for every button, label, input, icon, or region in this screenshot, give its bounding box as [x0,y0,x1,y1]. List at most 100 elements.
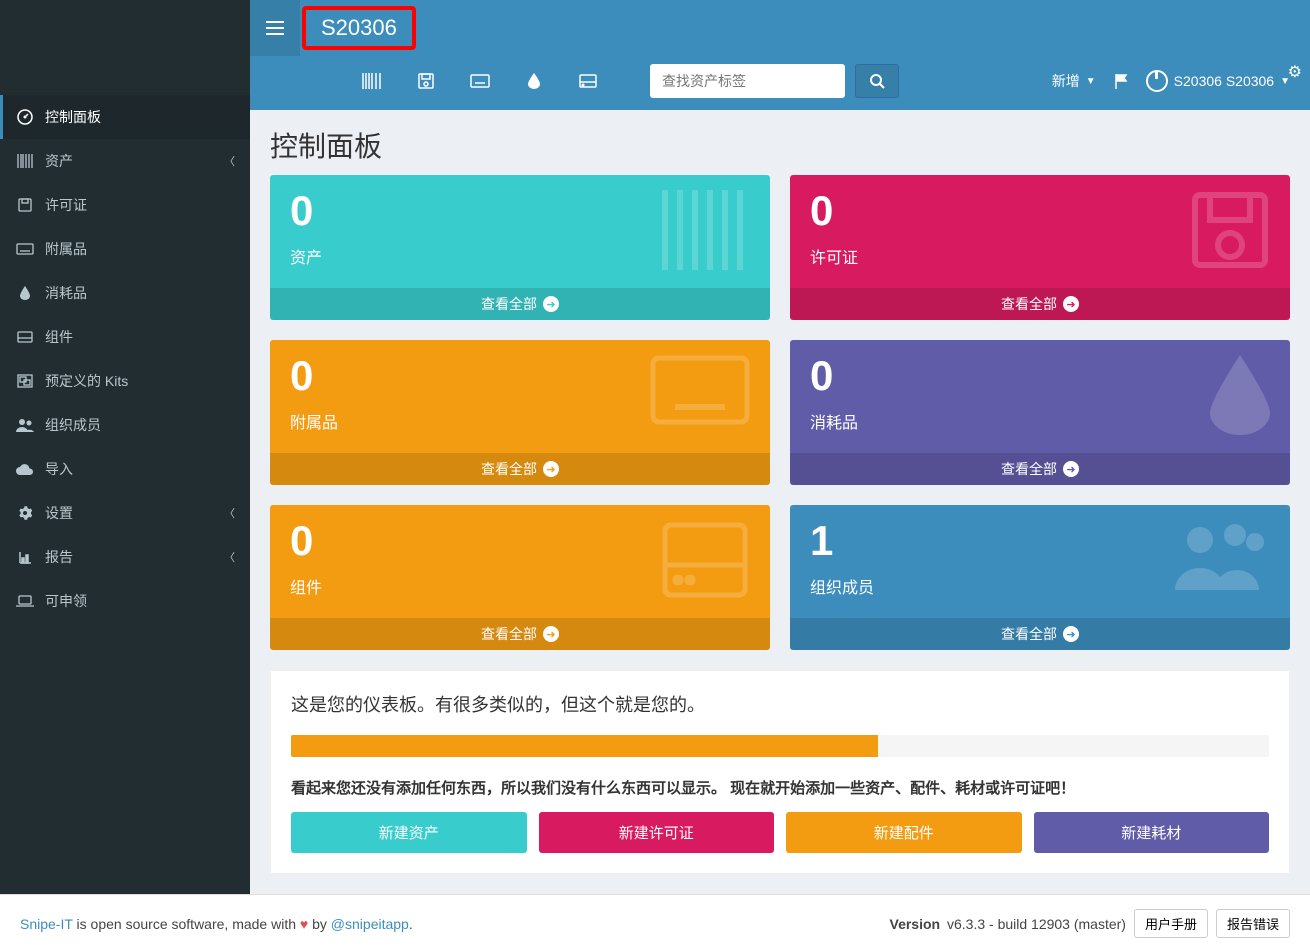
progress-bar-fill [291,735,878,757]
view-all-link[interactable]: 查看全部 ➜ [270,618,770,650]
sidebar-item-label: 控制面板 [45,107,101,127]
sidebar-item-label: 附属品 [45,239,87,259]
sidebar-item-gear[interactable]: 设置 〈 [0,491,250,535]
sidebar-item-label: 消耗品 [45,283,87,303]
create-button[interactable]: 新建许可证 [539,812,775,853]
sidebar-item-barcode[interactable]: 资产 〈 [0,139,250,183]
view-all-link[interactable]: 查看全部 ➜ [790,288,1290,320]
hdd-icon [660,520,750,600]
settings-gear-button[interactable]: ⚙ [1288,62,1302,82]
hdd-icon [579,74,597,88]
sidebar-item-cloud[interactable]: 导入 [0,447,250,491]
sidebar-item-users[interactable]: 组织成员 [0,403,250,447]
flag-icon [1114,73,1128,89]
welcome-panel: 这是您的仪表板。有很多类似的，但这个就是您的。 看起来您还没有添加任何东西，所以… [270,670,1290,874]
topbar: S20306 [250,0,1310,56]
gears-icon: ⚙ [1288,64,1302,81]
stat-label: 消耗品 [810,409,1270,433]
gear-icon [15,506,35,520]
sidebar-item-chart[interactable]: 报告 〈 [0,535,250,579]
save-icon [418,73,434,89]
welcome-title: 这是您的仪表板。有很多类似的，但这个就是您的。 [291,691,1269,717]
sidebar-item-laptop[interactable]: 可申领 [0,579,250,623]
version-text: Version v6.3.3 - build 12903 (master) [890,916,1126,932]
sidebar-item-tint[interactable]: 消耗品 [0,271,250,315]
sidebar-item-keyboard[interactable]: 附属品 [0,227,250,271]
keyboard-icon [470,74,490,88]
barcode-icon [660,190,750,270]
power-icon [1146,70,1168,92]
stat-box-tint: 0消耗品查看全部 ➜ [790,340,1290,485]
sidebar-item-label: 可申领 [45,591,87,611]
view-all-link[interactable]: 查看全部 ➜ [790,618,1290,650]
stat-box-barcode: 0资产查看全部 ➜ [270,175,770,320]
sidebar-item-label: 组件 [45,327,73,347]
tint-icon [1210,355,1270,435]
report-bug-button[interactable]: 报告错误 [1216,909,1290,938]
sidebar-item-hdd[interactable]: 组件 [0,315,250,359]
sidebar-item-label: 资产 [45,151,73,171]
sidebar-item-label: 预定义的 Kits [45,371,128,391]
sidebar-item-dashboard[interactable]: 控制面板 [0,95,250,139]
save-icon [1190,190,1270,270]
chart-icon [15,550,35,564]
brand-title[interactable]: S20306 [302,6,416,50]
arrow-right-icon: ➜ [543,296,559,312]
arrow-right-icon: ➜ [1063,296,1079,312]
users-icon [1170,520,1270,590]
footer: Snipe-IT is open source software, made w… [0,894,1310,952]
nav-assets-icon[interactable] [350,64,394,98]
stat-box-users: 1组织成员查看全部 ➜ [790,505,1290,650]
nav-components-icon[interactable] [566,64,610,98]
view-all-link[interactable]: 查看全部 ➜ [270,288,770,320]
onboarding-progress [291,735,1269,757]
create-button[interactable]: 新建耗材 [1034,812,1270,853]
view-all-link[interactable]: 查看全部 ➜ [790,453,1290,485]
stat-box-hdd: 0组件查看全部 ➜ [270,505,770,650]
menu-toggle-button[interactable] [250,0,300,56]
nav-accessories-icon[interactable] [458,64,502,98]
footer-handle-link[interactable]: @snipeitapp [331,916,409,932]
arrow-right-icon: ➜ [1063,626,1079,642]
heart-icon: ♥ [300,916,308,932]
sidebar-item-save[interactable]: 许可证 [0,183,250,227]
sidebar: 控制面板资产〈许可证附属品消耗品组件预定义的 Kits组织成员导入设置〈报告〈可… [0,0,250,894]
flag-button[interactable] [1114,73,1128,89]
chevron-left-icon: 〈 [224,505,235,521]
user-menu[interactable]: S20306 S20306 ▼ [1146,70,1290,92]
welcome-subtitle: 看起来您还没有添加任何东西，所以我们没有什么东西可以显示。 现在就开始添加一些资… [291,777,1269,798]
tint-icon [15,286,35,300]
object-group-icon [15,374,35,388]
sidebar-item-label: 设置 [45,503,73,523]
keyboard-icon [15,243,35,255]
create-button[interactable]: 新建配件 [786,812,1022,853]
save-icon [15,198,35,212]
create-dropdown[interactable]: 新增▼ [1052,71,1096,91]
footer-brand-link[interactable]: Snipe-IT [20,916,73,932]
nav-licenses-icon[interactable] [404,64,448,98]
search-button[interactable] [855,64,899,98]
manual-button[interactable]: 用户手册 [1134,909,1208,938]
create-button[interactable]: 新建资产 [291,812,527,853]
barcode-icon [15,154,35,168]
view-all-link[interactable]: 查看全部 ➜ [270,453,770,485]
hamburger-icon [266,21,284,35]
sidebar-item-label: 组织成员 [45,415,101,435]
arrow-right-icon: ➜ [543,461,559,477]
sidebar-item-object-group[interactable]: 预定义的 Kits [0,359,250,403]
chevron-left-icon: 〈 [224,549,235,565]
stats-grid: 0资产查看全部 ➜0许可证查看全部 ➜0附属品查看全部 ➜0消耗品查看全部 ➜0… [250,175,1310,650]
search-input[interactable] [650,64,845,98]
stat-box-save: 0许可证查看全部 ➜ [790,175,1290,320]
cloud-icon [15,463,35,475]
dashboard-icon [15,109,35,125]
user-label: S20306 S20306 [1174,73,1274,89]
sidebar-item-label: 报告 [45,547,73,567]
chevron-left-icon: 〈 [224,153,235,169]
barcode-icon [362,73,382,89]
search-icon [869,73,885,89]
keyboard-icon [650,355,750,425]
tint-icon [528,73,540,89]
stat-box-keyboard: 0附属品查看全部 ➜ [270,340,770,485]
nav-consumables-icon[interactable] [512,64,556,98]
